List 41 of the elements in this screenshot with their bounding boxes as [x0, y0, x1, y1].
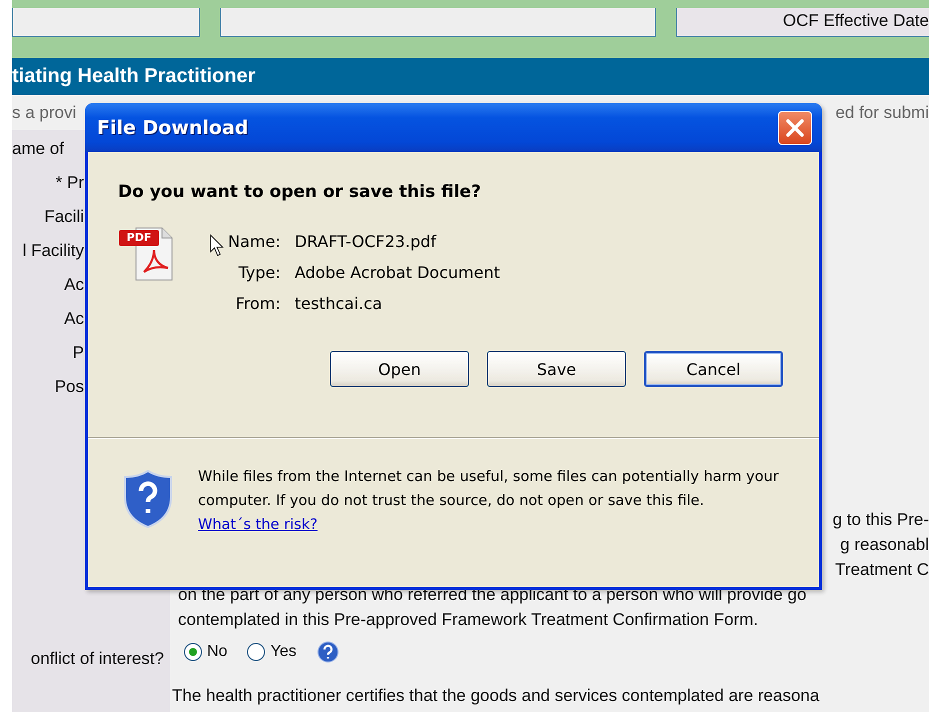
help-icon[interactable]	[316, 641, 339, 663]
field-value: DRAFT-OCF23.pdf	[294, 232, 438, 251]
section-header: tiating Health Practitioner	[12, 58, 929, 95]
field-value: testhcai.ca	[294, 294, 384, 313]
field-label: Name:	[228, 232, 281, 251]
radio-label: No	[207, 643, 228, 661]
window-title: File Download	[97, 116, 248, 138]
radio-button[interactable]	[247, 643, 266, 661]
shield-question-icon	[122, 469, 174, 529]
field-value: Adobe Acrobat Document	[294, 263, 500, 282]
field-label: Pos	[54, 376, 84, 398]
field-label: P	[72, 342, 84, 364]
mouse-pointer-icon	[210, 234, 224, 258]
risk-link[interactable]: What´s the risk?	[198, 517, 318, 533]
field-label: From:	[234, 294, 281, 313]
field-label: * Pr	[56, 172, 84, 194]
field-label: Ac	[64, 274, 84, 296]
dialog-question: Do you want to open or save this file?	[118, 182, 482, 202]
field-label: Type:	[237, 263, 281, 282]
field-label: Ac	[64, 308, 84, 330]
field-label: ame of	[12, 138, 64, 160]
paragraph-text: g reasonabl	[840, 534, 929, 556]
certification-text: The health practitioner certifies that the goods and services contemplated are reasona	[171, 685, 820, 707]
radio-button[interactable]	[184, 643, 202, 661]
field-label: onflict of interest?	[30, 648, 165, 670]
dialog-button[interactable]: Save	[487, 351, 626, 387]
intro-text: s a provi	[12, 102, 76, 124]
warning-text: While files from the Internet can be useful, some files can potentially harm your computer. If you do not trust the source, do not open or save this file. What´s the risk?	[198, 468, 780, 535]
paragraph-text: g to this Pre-	[832, 509, 929, 531]
field-label: Facili	[44, 206, 84, 228]
paragraph-text: contemplated in this Pre-approved Framework Treatment Confirmation Form.	[177, 609, 760, 631]
dialog-button[interactable]: Cancel	[644, 351, 783, 387]
field-label: l Facility	[22, 240, 84, 262]
intro-text: ed for submi	[835, 102, 929, 124]
effective-date-label: OCF Effective Date	[676, 8, 929, 37]
dialog-button[interactable]: Open	[330, 351, 469, 387]
paragraph-text: Treatment C	[835, 559, 929, 581]
pdf-label: PDF	[119, 230, 159, 246]
close-icon	[784, 116, 806, 138]
close-button[interactable]	[778, 110, 812, 144]
radio-label: Yes	[270, 643, 297, 661]
